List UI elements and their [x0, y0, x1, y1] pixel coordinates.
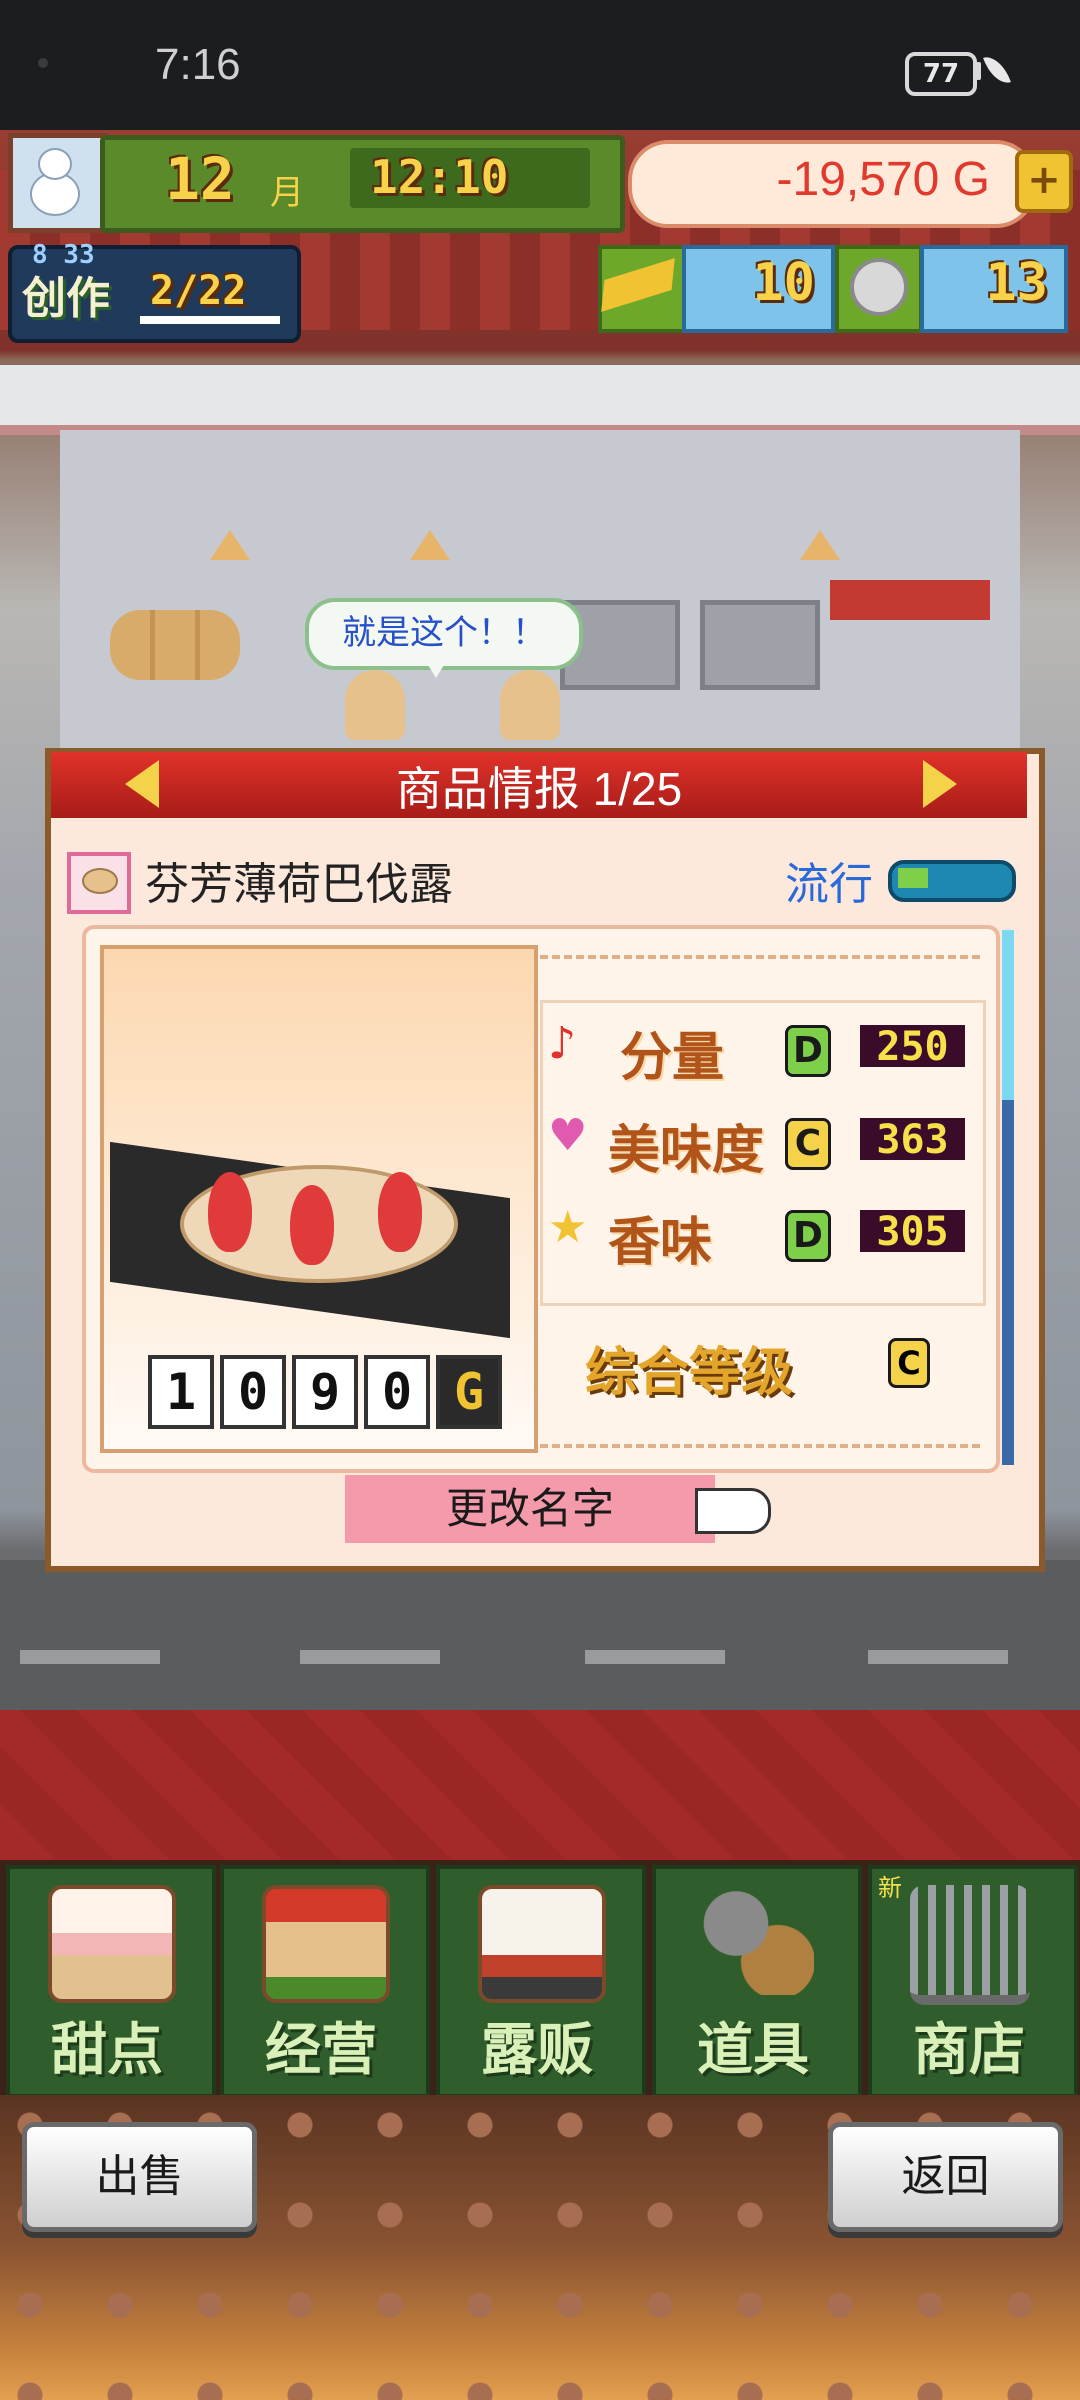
- road-dash: [300, 1650, 440, 1664]
- speech-bubble: 就是这个！！: [305, 598, 583, 670]
- add-money-button[interactable]: +: [1015, 150, 1073, 213]
- red-floor: [0, 1710, 1080, 1860]
- grade-badge: C: [785, 1118, 831, 1170]
- item-name: 芬芳薄荷巴伐露: [145, 860, 453, 909]
- menu-label: 露贩: [481, 2018, 593, 2083]
- camera-dot: [38, 58, 48, 68]
- battery-tip: [976, 62, 981, 80]
- stat-label-aroma: 香味: [608, 1213, 713, 1273]
- gear-bag-icon: [694, 1885, 814, 1995]
- menu-label: 商店: [913, 2018, 1025, 2083]
- menu-label: 经营: [265, 2018, 377, 2083]
- menu-label: 道具: [697, 2018, 809, 2083]
- month-unit: 月: [270, 173, 304, 213]
- snowman-head: [38, 148, 72, 180]
- status-time: 7:16: [155, 40, 241, 89]
- chef-character: [500, 670, 560, 740]
- pudding-icon: [82, 868, 118, 894]
- money-value: -19,570 G: [776, 153, 990, 206]
- stat-label-taste: 美味度: [608, 1121, 765, 1181]
- music-note-icon: ♪: [548, 1018, 577, 1069]
- cart-icon: [910, 1885, 1030, 2005]
- grade-badge: D: [785, 1210, 831, 1262]
- road-dash: [868, 1650, 1008, 1664]
- back-button[interactable]: 返回: [828, 2122, 1063, 2232]
- road: [0, 1560, 1080, 1710]
- truck-icon: [478, 1885, 606, 2003]
- coin-icon: [850, 258, 908, 316]
- scrollbar-thumb[interactable]: [1002, 930, 1014, 1100]
- sell-button[interactable]: 出售: [22, 2122, 257, 2232]
- game-time: 12:10: [370, 150, 509, 204]
- road-dash: [20, 1650, 160, 1664]
- oven: [700, 600, 820, 690]
- red-counter: [830, 580, 990, 620]
- pointing-hand-icon: [695, 1488, 771, 1534]
- stat-value: 250: [860, 1025, 965, 1069]
- heart-icon: ♥: [548, 1110, 588, 1161]
- price-unit: G: [436, 1355, 502, 1429]
- battery-icon: 77: [905, 52, 977, 96]
- price-digit: 0: [364, 1355, 430, 1429]
- trend-fill: [898, 868, 928, 888]
- strawberry-icon: [208, 1172, 252, 1252]
- trend-label: 流行: [785, 860, 873, 909]
- dialog-title: 商品情报 1/25: [395, 763, 683, 815]
- price-digit: 9: [292, 1355, 358, 1429]
- overall-rank-badge: C: [888, 1338, 930, 1388]
- shop-icon: [262, 1885, 390, 2003]
- stat-value: 363: [860, 1118, 965, 1162]
- stat-label-quantity: 分量: [620, 1028, 725, 1088]
- snow-roof: [0, 365, 1080, 435]
- price-display: 1090G: [148, 1355, 508, 1429]
- star-icon: ★: [548, 1202, 588, 1253]
- road-dash: [585, 1650, 725, 1664]
- price-digit: 0: [220, 1355, 286, 1429]
- next-arrow-icon[interactable]: [923, 760, 957, 808]
- new-badge: 新: [878, 1874, 902, 1902]
- overall-rank-label: 综合等级: [585, 1343, 794, 1403]
- menu-label: 甜点: [51, 2018, 163, 2083]
- rename-button[interactable]: 更改名字: [345, 1475, 715, 1543]
- stat-value: 305: [860, 1210, 965, 1254]
- cake-icon: [48, 1885, 176, 2003]
- coin-count: 13: [985, 253, 1048, 313]
- prev-arrow-icon[interactable]: [125, 760, 159, 808]
- grade-badge: D: [785, 1025, 831, 1077]
- create-label: 创作: [22, 273, 110, 324]
- strawberry-icon: [378, 1172, 422, 1252]
- create-count: 2/22: [150, 268, 247, 314]
- month-value: 12: [165, 145, 235, 213]
- strawberry-icon: [290, 1185, 334, 1265]
- bread-shelf: [110, 610, 240, 680]
- price-digit: 1: [148, 1355, 214, 1429]
- gold-count: 10: [752, 253, 815, 313]
- create-progress: [140, 316, 280, 324]
- chef-character: [345, 670, 405, 740]
